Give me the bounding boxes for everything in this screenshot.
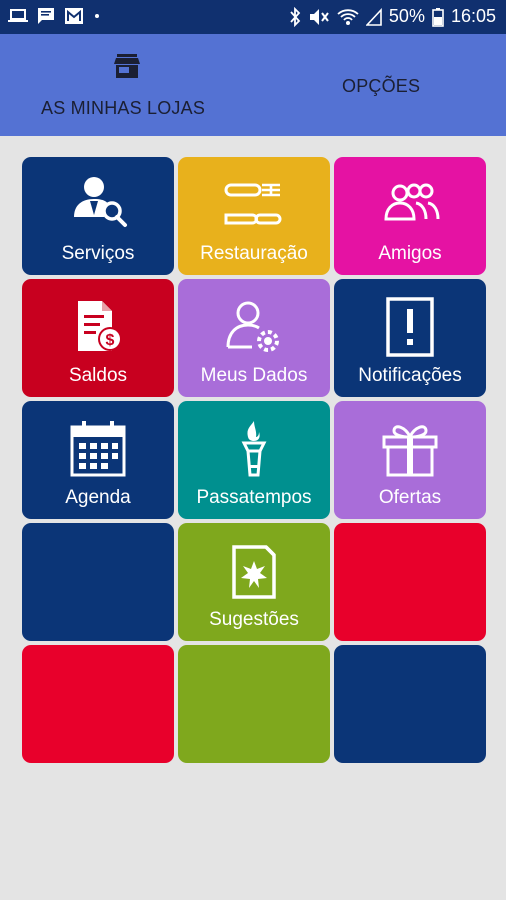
store-icon [114,54,140,78]
tile-services[interactable]: Serviços [22,157,174,275]
document-money-icon: $ [78,301,122,351]
app-bar: AS MINHAS LOJAS OPÇÕES [0,34,506,136]
battery-percent: 50% [388,6,425,26]
tile-balances[interactable]: $ Saldos [22,279,174,397]
tile-empty-1[interactable] [22,523,174,641]
tile-my-data-label: Meus Dados [200,365,308,386]
group-icon [384,183,440,221]
status-right: 50% 16:05 [289,6,496,27]
cutlery-icon [224,183,282,225]
menu-grid: Serviços Restauração Amigos $ Saldos Meu… [22,157,486,764]
tile-pastimes[interactable]: Passatempos [178,401,330,519]
tile-restaurants[interactable]: Restauração [178,157,330,275]
chat-icon [38,8,54,24]
tile-agenda-label: Agenda [65,487,131,508]
dot-icon [95,14,99,18]
battery-icon [432,7,444,27]
tab-my-stores[interactable]: AS MINHAS LOJAS [0,34,253,136]
gift-icon [382,425,438,477]
tile-friends-label: Amigos [378,243,442,264]
suggestion-card-icon [232,545,276,599]
tile-empty-2[interactable] [334,523,486,641]
clock: 16:05 [450,6,496,26]
tab-options-label: OPÇÕES [342,76,421,96]
tile-empty-4[interactable] [178,645,330,763]
status-bar: 50% 16:05 [0,0,506,34]
tile-suggestions[interactable]: Sugestões [178,523,330,641]
tile-restaurants-label: Restauração [200,243,308,264]
tile-my-data[interactable]: Meus Dados [178,279,330,397]
tab-options[interactable]: OPÇÕES [253,34,506,136]
torch-icon [241,421,267,477]
tile-pastimes-label: Passatempos [196,487,312,508]
tile-balances-label: Saldos [68,365,128,386]
tile-friends[interactable]: Amigos [334,157,486,275]
laptop-icon [8,9,28,22]
tile-suggestions-label: Sugestões [209,609,299,630]
tab-my-stores-label: AS MINHAS LOJAS [41,98,206,118]
person-search-icon [74,177,127,227]
tile-notifications[interactable]: Notificações [334,279,486,397]
user-settings-icon [226,301,279,352]
status-left [8,7,101,25]
mute-icon [309,8,329,25]
svg-text:$: $ [106,332,115,349]
bluetooth-icon [290,6,301,27]
tile-services-label: Serviços [61,243,135,264]
tile-notifications-label: Notificações [358,365,462,386]
wifi-icon [337,8,359,25]
calendar-icon [70,421,126,477]
signal-icon [365,7,382,26]
tile-offers[interactable]: Ofertas [334,401,486,519]
tile-empty-3[interactable] [22,645,174,763]
tile-empty-5[interactable] [334,645,486,763]
tile-offers-label: Ofertas [378,487,442,508]
mail-icon [65,8,83,24]
tile-agenda[interactable]: Agenda [22,401,174,519]
exclamation-icon [386,297,434,357]
